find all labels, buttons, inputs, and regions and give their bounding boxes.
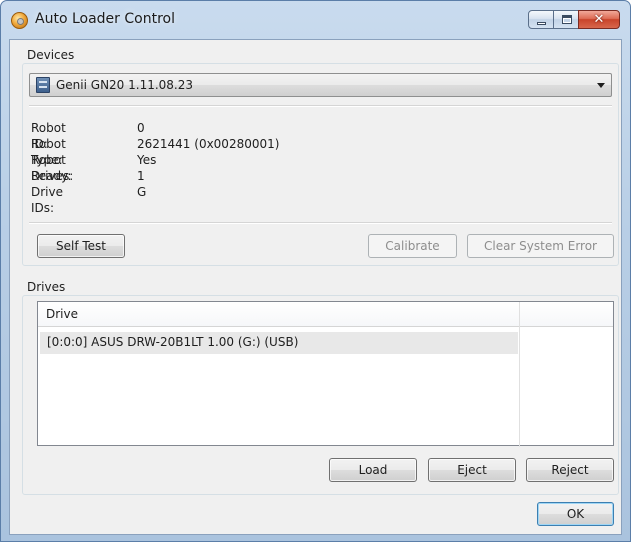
info-value: 2621441 (0x00280001) <box>137 137 280 151</box>
close-button[interactable]: ✕ <box>578 10 620 29</box>
maximize-button[interactable] <box>553 10 579 29</box>
drives-group-label: Drives <box>27 280 66 294</box>
maximize-icon <box>562 15 572 24</box>
dialog-client-area: Devices Genii GN20 1.11.08.23 Robot ID: … <box>9 39 622 535</box>
caption-buttons: ✕ <box>528 10 620 30</box>
devices-separator-bottom <box>29 222 612 224</box>
info-key: Drive IDs: <box>31 185 63 215</box>
close-icon: ✕ <box>593 12 605 27</box>
list-item[interactable]: [0:0:0] ASUS DRW-20B1LT 1.00 (G:) (USB) <box>40 332 518 354</box>
device-drive-icon <box>36 77 50 93</box>
minimize-button[interactable] <box>528 10 554 29</box>
list-item-text: [0:0:0] ASUS DRW-20B1LT 1.00 (G:) (USB) <box>47 335 299 349</box>
devices-separator-top <box>29 105 612 107</box>
devices-group-label: Devices <box>27 48 75 62</box>
disc-app-icon <box>11 12 28 29</box>
drives-list[interactable]: Drive [0:0:0] ASUS DRW-20B1LT 1.00 (G:) … <box>37 301 614 447</box>
column-divider[interactable] <box>519 302 520 447</box>
auto-loader-window: Auto Loader Control ✕ Devices Genii GN20… <box>0 0 631 542</box>
info-key: Drives: <box>31 169 74 183</box>
info-value: G <box>137 185 147 199</box>
minimize-icon <box>537 22 546 25</box>
info-value: Yes <box>137 153 157 167</box>
drives-list-header: Drive <box>38 302 613 327</box>
info-value: 1 <box>137 169 145 183</box>
reject-button[interactable]: Reject <box>526 458 614 482</box>
self-test-button[interactable]: Self Test <box>37 234 125 258</box>
clear-system-error-button[interactable]: Clear System Error <box>467 234 614 258</box>
chevron-down-icon <box>597 83 605 88</box>
device-select[interactable]: Genii GN20 1.11.08.23 <box>29 73 612 97</box>
eject-button[interactable]: Eject <box>428 458 516 482</box>
calibrate-button[interactable]: Calibrate <box>368 234 457 258</box>
info-value: 0 <box>137 121 145 135</box>
column-header-drive[interactable]: Drive <box>46 307 78 321</box>
load-button[interactable]: Load <box>329 458 417 482</box>
title-bar[interactable]: Auto Loader Control ✕ <box>1 1 630 39</box>
ok-button[interactable]: OK <box>537 502 614 526</box>
window-title: Auto Loader Control <box>35 11 175 27</box>
device-select-value: Genii GN20 1.11.08.23 <box>56 78 194 92</box>
